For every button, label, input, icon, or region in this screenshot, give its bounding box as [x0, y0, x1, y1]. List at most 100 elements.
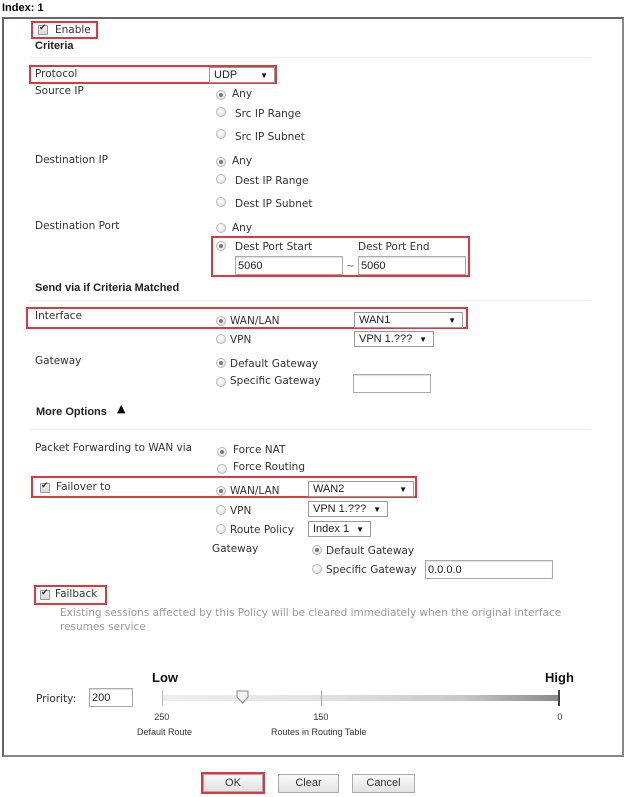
failover-route-policy-select[interactable]: Index 1 ▼ [308, 521, 371, 537]
slider-tick [558, 690, 560, 706]
divider [30, 429, 591, 430]
force-routing-radio[interactable] [217, 464, 227, 474]
dropdown-arrow-icon: ▼ [419, 335, 427, 344]
dest-port-start-input[interactable] [235, 256, 343, 275]
clear-button[interactable]: Clear [278, 774, 339, 793]
default-route-caption: Default Route [137, 727, 193, 737]
interface-wan-value: WAN1 [359, 314, 391, 326]
dest-port-end-label: Dest Port End [358, 241, 430, 253]
dropdown-arrow-icon: ▼ [356, 525, 364, 534]
enable-checkbox[interactable] [38, 23, 48, 35]
destination-port-any-label: Any [232, 222, 253, 234]
priority-slider[interactable] [162, 690, 560, 706]
dest-port-end-input[interactable] [358, 256, 466, 275]
dest-port-start-radio[interactable] [216, 241, 226, 251]
failover-vpn-value: VPN 1.??? [313, 503, 367, 515]
force-nat-label: Force NAT [233, 444, 286, 456]
gateway-label: Gateway [35, 355, 82, 367]
packet-forwarding-label: Packet Forwarding to WAN via [35, 442, 193, 454]
dest-port-start-label: Dest Port Start [235, 241, 313, 253]
slider-tick [162, 690, 163, 706]
destination-ip-subnet-label: Dest IP Subnet [235, 198, 313, 210]
failover-gateway-specific-radio[interactable] [312, 564, 322, 574]
policy-panel [2, 17, 624, 757]
more-options-heading: More Options [36, 406, 107, 418]
failover-gateway-default-label: Default Gateway [326, 545, 415, 557]
slider-tick-label: 250 [154, 712, 170, 722]
ok-button[interactable]: OK [203, 774, 263, 792]
gateway-specific-radio[interactable] [216, 377, 226, 387]
failover-vpn-select[interactable]: VPN 1.??? ▼ [308, 501, 388, 517]
gateway-specific-label: Specific Gateway [230, 375, 321, 387]
source-ip-subnet-label: Src IP Subnet [235, 131, 305, 143]
failover-route-policy-radio[interactable] [216, 524, 226, 534]
divider [30, 57, 591, 58]
interface-wan-radio[interactable] [216, 316, 226, 326]
priority-label: Priority: [36, 693, 77, 705]
priority-low-label: Low [152, 670, 178, 685]
protocol-select[interactable]: UDP ▼ [209, 67, 275, 83]
failback-note: Existing sessions affected by this Polic… [60, 607, 562, 633]
priority-high-label: High [545, 670, 574, 685]
interface-vpn-select[interactable]: VPN 1.??? ▼ [354, 331, 434, 347]
criteria-heading: Criteria [35, 40, 74, 52]
routing-table-caption: Routes in Routing Table [271, 727, 367, 737]
failover-route-policy-value: Index 1 [313, 523, 350, 535]
destination-port-any-radio[interactable] [216, 223, 226, 233]
dropdown-arrow-icon: ▼ [448, 316, 456, 325]
failover-checkbox[interactable] [40, 481, 50, 493]
force-routing-label: Force Routing [233, 461, 306, 473]
slider-track [162, 695, 560, 701]
force-nat-radio[interactable] [217, 447, 227, 457]
failover-route-policy-label: Route Policy [230, 524, 295, 536]
source-ip-range-label: Src IP Range [235, 108, 301, 120]
failback-label: Failback [55, 588, 98, 600]
source-ip-range-radio[interactable] [216, 107, 226, 117]
failover-vpn-radio[interactable] [216, 505, 226, 515]
failover-gateway-specific-label: Specific Gateway [326, 564, 417, 576]
interface-wan-select[interactable]: WAN1 ▼ [354, 312, 463, 328]
destination-port-label: Destination Port [35, 220, 120, 232]
destination-ip-any-radio[interactable] [216, 157, 226, 167]
source-ip-subnet-radio[interactable] [216, 129, 226, 139]
send-via-heading: Send via if Criteria Matched [35, 282, 180, 294]
failover-gateway-default-radio[interactable] [312, 545, 322, 555]
failover-wan-label: WAN/LAN [230, 485, 280, 497]
gateway-default-label: Default Gateway [230, 358, 319, 370]
protocol-value: UDP [214, 69, 238, 81]
failover-wan-radio[interactable] [216, 486, 226, 496]
gateway-default-radio[interactable] [216, 358, 226, 368]
interface-vpn-value: VPN 1.??? [359, 333, 413, 345]
destination-ip-label: Destination IP [35, 154, 109, 166]
cancel-button[interactable]: Cancel [352, 774, 415, 793]
interface-vpn-radio[interactable] [216, 334, 226, 344]
source-ip-any-radio[interactable] [216, 90, 226, 100]
failback-checkbox[interactable] [40, 588, 50, 600]
failover-label: Failover to [56, 481, 111, 493]
page-title: Index: 1 [2, 2, 44, 14]
port-range-separator: ~ [346, 260, 355, 272]
protocol-label: Protocol [35, 68, 78, 80]
failover-gateway-specific-input[interactable] [425, 560, 553, 579]
failover-gateway-label: Gateway [212, 543, 259, 555]
collapse-arrow-up-icon[interactable]: ▲ [117, 402, 125, 415]
priority-input[interactable] [89, 688, 133, 707]
interface-label: Interface [35, 310, 83, 322]
gateway-specific-input[interactable] [353, 374, 431, 393]
dropdown-arrow-icon: ▼ [373, 505, 381, 514]
slider-tick-label: 150 [313, 712, 329, 722]
destination-ip-range-radio[interactable] [216, 174, 226, 184]
destination-ip-subnet-radio[interactable] [216, 197, 226, 207]
slider-tick [321, 690, 323, 706]
slider-tick-label: 0 [557, 712, 563, 722]
interface-vpn-label: VPN [230, 334, 252, 346]
dropdown-arrow-icon: ▼ [399, 485, 407, 494]
dropdown-arrow-icon: ▼ [260, 71, 268, 80]
divider [30, 300, 591, 301]
failover-wan-value: WAN2 [313, 483, 345, 495]
failover-vpn-label: VPN [230, 505, 252, 517]
slider-thumb[interactable] [236, 690, 249, 704]
failover-wan-select[interactable]: WAN2 ▼ [308, 481, 414, 497]
interface-wan-label: WAN/LAN [230, 315, 280, 327]
source-ip-label: Source IP [35, 85, 84, 97]
